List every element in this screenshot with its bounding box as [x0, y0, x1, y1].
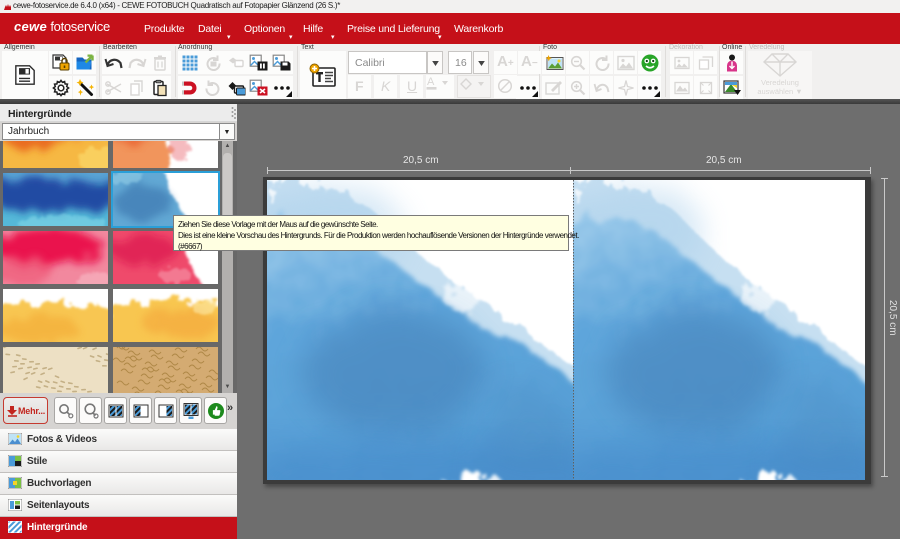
svg-text:A: A [427, 76, 435, 88]
